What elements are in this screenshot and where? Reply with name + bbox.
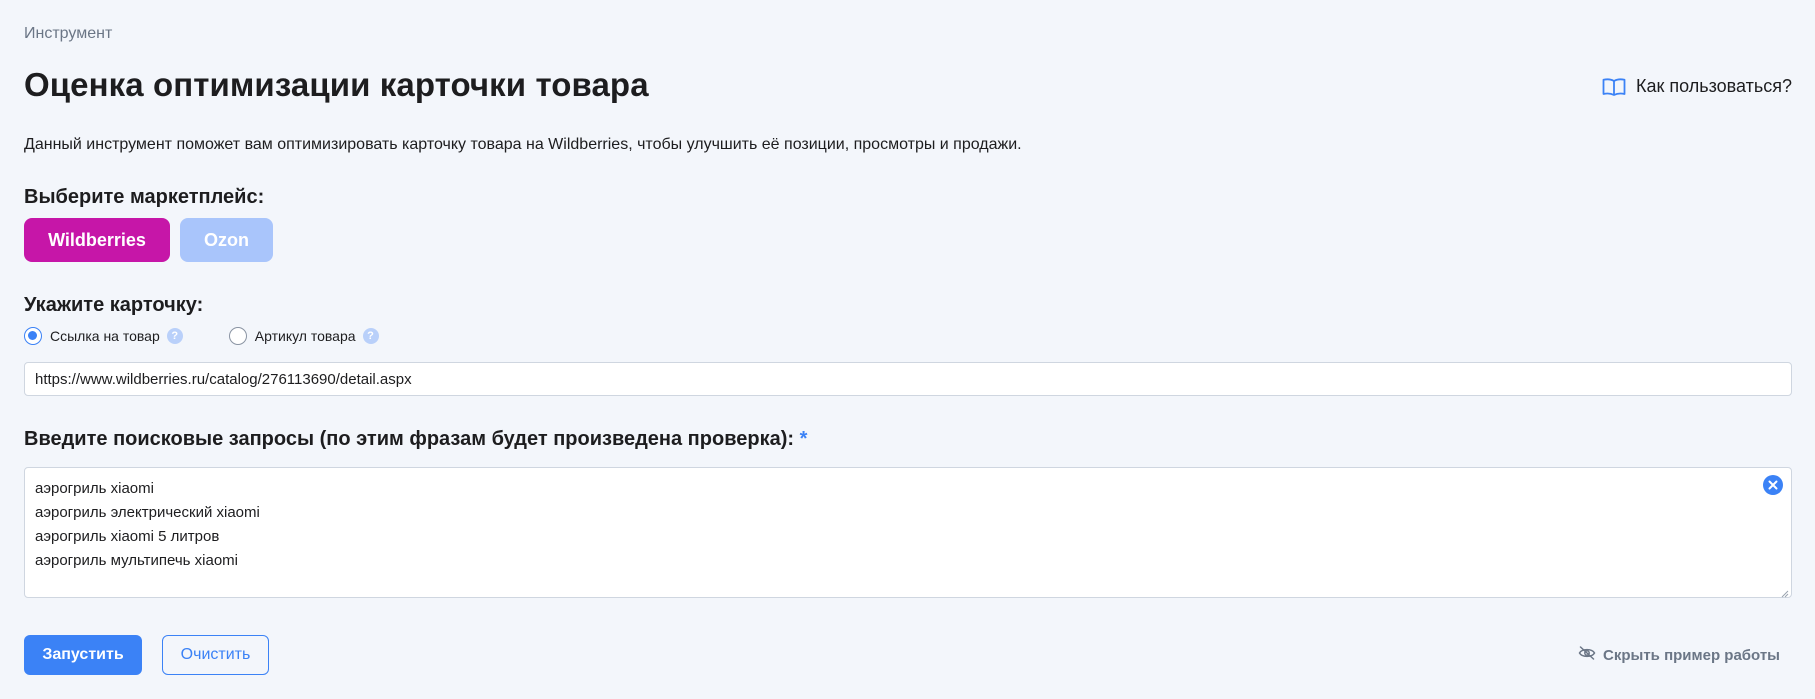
eye-off-icon: [1578, 646, 1596, 664]
radio-product-link-label: Ссылка на товар: [50, 328, 160, 344]
ozon-button[interactable]: Ozon: [180, 218, 273, 262]
radio-product-link[interactable]: Ссылка на товар ?: [24, 327, 183, 345]
help-question-icon[interactable]: ?: [362, 328, 379, 344]
search-queries-textarea[interactable]: [25, 468, 1791, 597]
search-queries-box: [24, 467, 1792, 598]
radio-checked-icon[interactable]: [24, 327, 42, 345]
marketplace-selector: Wildberries Ozon: [24, 218, 273, 262]
radio-article[interactable]: Артикул товара ?: [228, 327, 379, 345]
help-question-icon[interactable]: ?: [166, 328, 183, 344]
resize-handle-icon[interactable]: [1779, 585, 1789, 598]
product-url-input[interactable]: [24, 362, 1792, 396]
wildberries-button[interactable]: Wildberries: [24, 218, 170, 262]
card-label: Укажите карточку:: [24, 294, 204, 316]
how-to-use-label: Как пользоваться?: [1635, 76, 1792, 96]
hide-example-label: Скрыть пример работы: [1603, 646, 1780, 664]
book-icon: [1602, 77, 1626, 96]
queries-label-text: Введите поисковые запросы (по этим фраза…: [24, 428, 795, 450]
radio-article-label: Артикул товара: [254, 328, 356, 344]
how-to-use-link[interactable]: Как пользоваться?: [1602, 76, 1792, 97]
clear-queries-icon[interactable]: [1763, 475, 1783, 495]
marketplace-label: Выберите маркетплейс:: [24, 186, 265, 208]
tool-description: Данный инструмент поможет вам оптимизиро…: [24, 136, 1022, 153]
clear-button[interactable]: Очистить: [162, 635, 269, 675]
queries-label: Введите поисковые запросы (по этим фраза…: [24, 428, 807, 451]
hide-example-link[interactable]: Скрыть пример работы: [1578, 646, 1780, 664]
breadcrumb[interactable]: Инструмент: [24, 25, 112, 43]
radio-unchecked-icon[interactable]: [228, 327, 247, 345]
run-button[interactable]: Запустить: [24, 635, 142, 675]
page-title: Оценка оптимизации карточки товара: [24, 66, 649, 103]
page: Инструмент Оценка оптимизации карточки т…: [24, 0, 1792, 699]
card-input-mode: Ссылка на товар ? Артикул товара ?: [24, 327, 379, 345]
required-mark: *: [799, 428, 808, 450]
